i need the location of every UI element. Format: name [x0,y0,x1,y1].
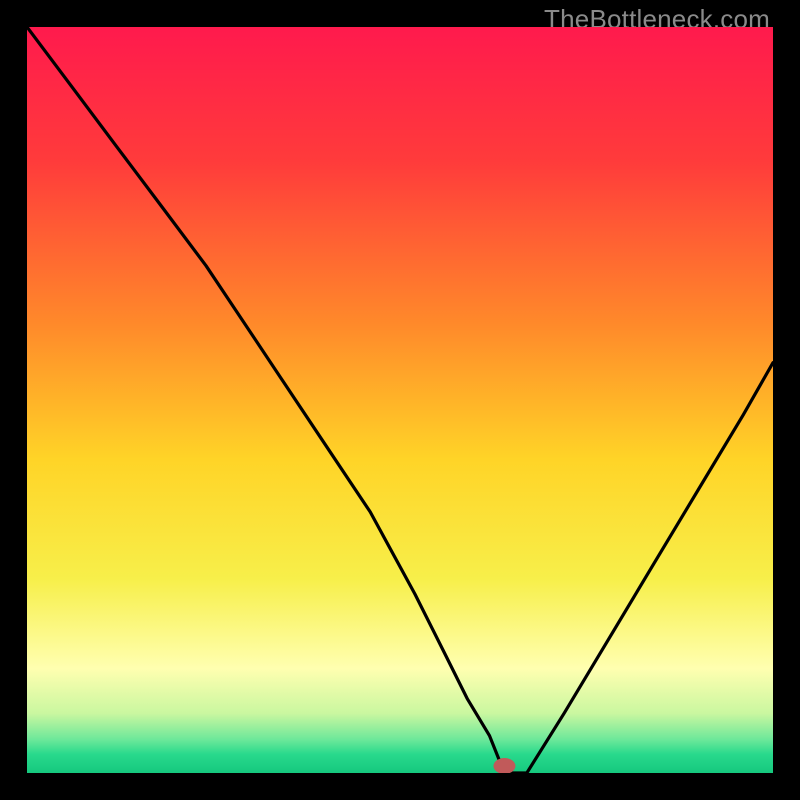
bottleneck-chart [27,27,773,773]
chart-frame: TheBottleneck.com [0,0,800,800]
plot-area [27,27,773,773]
gradient-background [27,27,773,773]
